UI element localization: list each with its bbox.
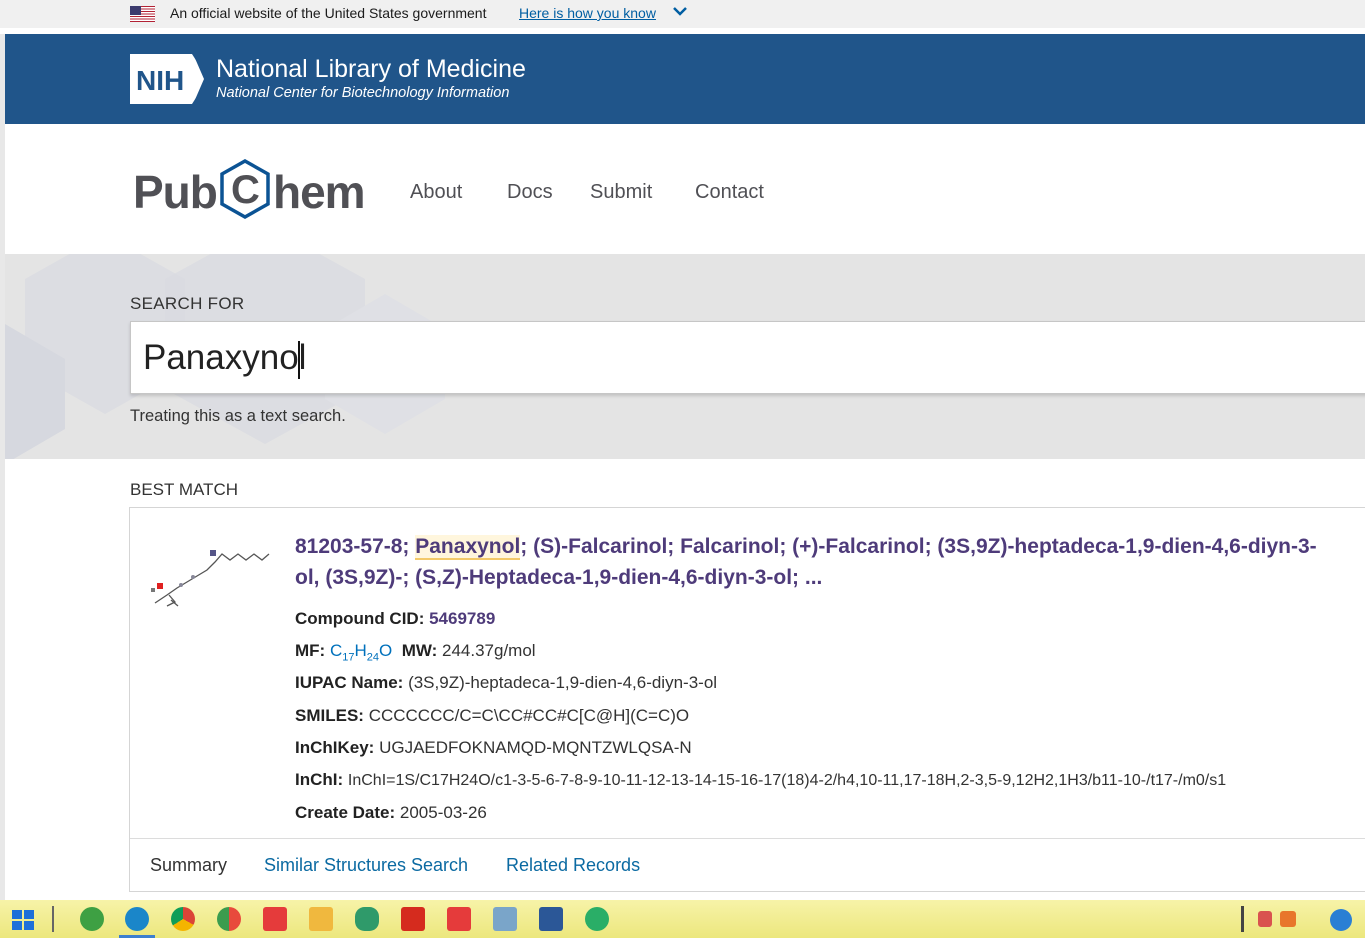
nav-contact[interactable]: Contact xyxy=(695,181,764,204)
text-cursor xyxy=(298,341,300,379)
mf-c-sub: 17 xyxy=(342,651,355,664)
us-flag-icon xyxy=(130,6,155,22)
best-match-label: BEST MATCH xyxy=(130,480,238,499)
nih-logo-icon[interactable]: NIH xyxy=(130,54,210,104)
pdf-icon[interactable] xyxy=(401,907,425,931)
windows-taskbar xyxy=(0,900,1365,938)
result-title-highlight: Panaxynol xyxy=(415,535,521,560)
nih-logo-text: NIH xyxy=(136,65,184,96)
chevron-down-icon[interactable] xyxy=(672,5,688,17)
inchikey-field: InChIKey: UGJAEDFOKNAMQD-MQNTZWLQSA-N xyxy=(295,738,692,758)
search-label: SEARCH FOR xyxy=(130,294,245,313)
tray-sogou-icon[interactable] xyxy=(1280,911,1296,927)
mf-mw-field: MF: C17H24O MW: 244.37g/mol xyxy=(295,641,536,663)
nav-about[interactable]: About xyxy=(410,181,462,204)
iupac-field: IUPAC Name: (3S,9Z)-heptadeca-1,9-dien-4… xyxy=(295,673,717,693)
inchi-field: InChI: InChI=1S/C17H24O/c1-3-5-6-7-8-9-1… xyxy=(295,770,1365,790)
nih-title[interactable]: National Library of Medicine xyxy=(216,55,526,84)
chrome-icon[interactable] xyxy=(171,907,195,931)
inchi-value: InChI=1S/C17H24O/c1-3-5-6-7-8-9-10-11-12… xyxy=(347,772,1227,789)
result-title-synonyms: ; (S)-Falcarinol; Falcarinol; (+)-Falcar… xyxy=(520,535,1317,558)
smiles-field: SMILES: CCCCCCC/C=C\CC#CC#C[C@H](C=C)O xyxy=(295,706,689,726)
pubchem-logo[interactable]: Pub C hem xyxy=(133,157,373,219)
gov-banner-text: An official website of the United States… xyxy=(170,5,487,21)
nih-header: NIH National Library of Medicine Nationa… xyxy=(5,34,1365,124)
result-title-line2[interactable]: ol, (3S,9Z)-; (S,Z)-Heptadeca-1,9-dien-4… xyxy=(295,562,822,593)
mf-label: MF: xyxy=(295,641,326,660)
tray-app-icon[interactable] xyxy=(1258,911,1272,927)
mf-c: C xyxy=(329,641,343,660)
mf-o: O xyxy=(379,641,393,660)
pubchem-hexagon-icon: C xyxy=(220,159,270,219)
create-date-field: Create Date: 2005-03-26 xyxy=(295,803,487,823)
create-date-value: 2005-03-26 xyxy=(399,803,487,822)
remote-icon[interactable] xyxy=(493,907,517,931)
nih-subtitle: National Center for Biotechnology Inform… xyxy=(216,85,510,101)
windows-start-icon[interactable] xyxy=(12,910,34,930)
similar-structures-tab[interactable]: Similar Structures Search xyxy=(264,855,468,876)
taskbar-tray-separator xyxy=(1241,906,1244,932)
help-icon[interactable] xyxy=(1330,909,1352,931)
mw-label: MW: xyxy=(401,641,438,660)
search-input[interactable] xyxy=(130,321,1365,394)
window-edge xyxy=(0,34,5,900)
mf-link[interactable]: C17H24O xyxy=(329,641,393,664)
cid-link[interactable]: 5469789 xyxy=(429,609,495,628)
gov-banner: An official website of the United States… xyxy=(0,0,1365,28)
summary-tab[interactable]: Summary xyxy=(150,855,227,876)
ie-icon[interactable] xyxy=(80,907,104,931)
mf-h-sub: 24 xyxy=(366,651,380,664)
edge-icon[interactable] xyxy=(119,907,155,938)
nav-submit[interactable]: Submit xyxy=(590,181,652,204)
inchi-label: InChI: xyxy=(295,770,344,789)
taskbar-separator xyxy=(52,906,54,932)
search-hint: Treating this as a text search. xyxy=(130,407,346,425)
cid-label: Compound CID: xyxy=(295,609,425,628)
pubchem-logo-pub: Pub xyxy=(133,166,218,218)
pubchem-logo-hem: hem xyxy=(273,166,366,218)
related-records-tab[interactable]: Related Records xyxy=(506,855,640,876)
iupac-label: IUPAC Name: xyxy=(295,673,404,692)
youdao2-icon[interactable] xyxy=(447,907,471,931)
inchikey-label: InChIKey: xyxy=(295,738,375,757)
iupac-value: (3S,9Z)-heptadeca-1,9-dien-4,6-diyn-3-ol xyxy=(408,673,718,692)
mw-value: 244.37g/mol xyxy=(442,641,536,660)
inchikey-value: UGJAEDFOKNAMQD-MQNTZWLQSA-N xyxy=(379,738,692,757)
structure-thumbnail[interactable] xyxy=(147,540,272,615)
smiles-label: SMILES: xyxy=(295,706,364,725)
folder-icon[interactable] xyxy=(309,907,333,931)
app-icon[interactable] xyxy=(217,907,241,931)
cid-field: Compound CID: 5469789 xyxy=(295,609,495,629)
result-title[interactable]: 81203-57-8; Panaxynol; (S)-Falcarinol; F… xyxy=(295,531,1365,562)
mf-h: H xyxy=(354,641,367,660)
search-section: SEARCH FOR Treating this as a text searc… xyxy=(5,254,1365,459)
create-date-label: Create Date: xyxy=(295,803,396,822)
smiles-value: CCCCCCC/C=C\CC#CC#C[C@H](C=C)O xyxy=(368,706,690,725)
nav-docs[interactable]: Docs xyxy=(507,181,553,204)
youdao-icon[interactable] xyxy=(263,907,287,931)
how-you-know-link[interactable]: Here is how you know xyxy=(519,5,656,21)
pubchem-logo-c: C xyxy=(231,168,260,212)
wechat-icon[interactable] xyxy=(585,907,609,931)
card-divider xyxy=(130,838,1365,839)
result-title-cas: 81203-57-8; xyxy=(295,535,416,558)
app2-icon[interactable] xyxy=(355,907,379,931)
word-icon[interactable] xyxy=(539,907,563,931)
